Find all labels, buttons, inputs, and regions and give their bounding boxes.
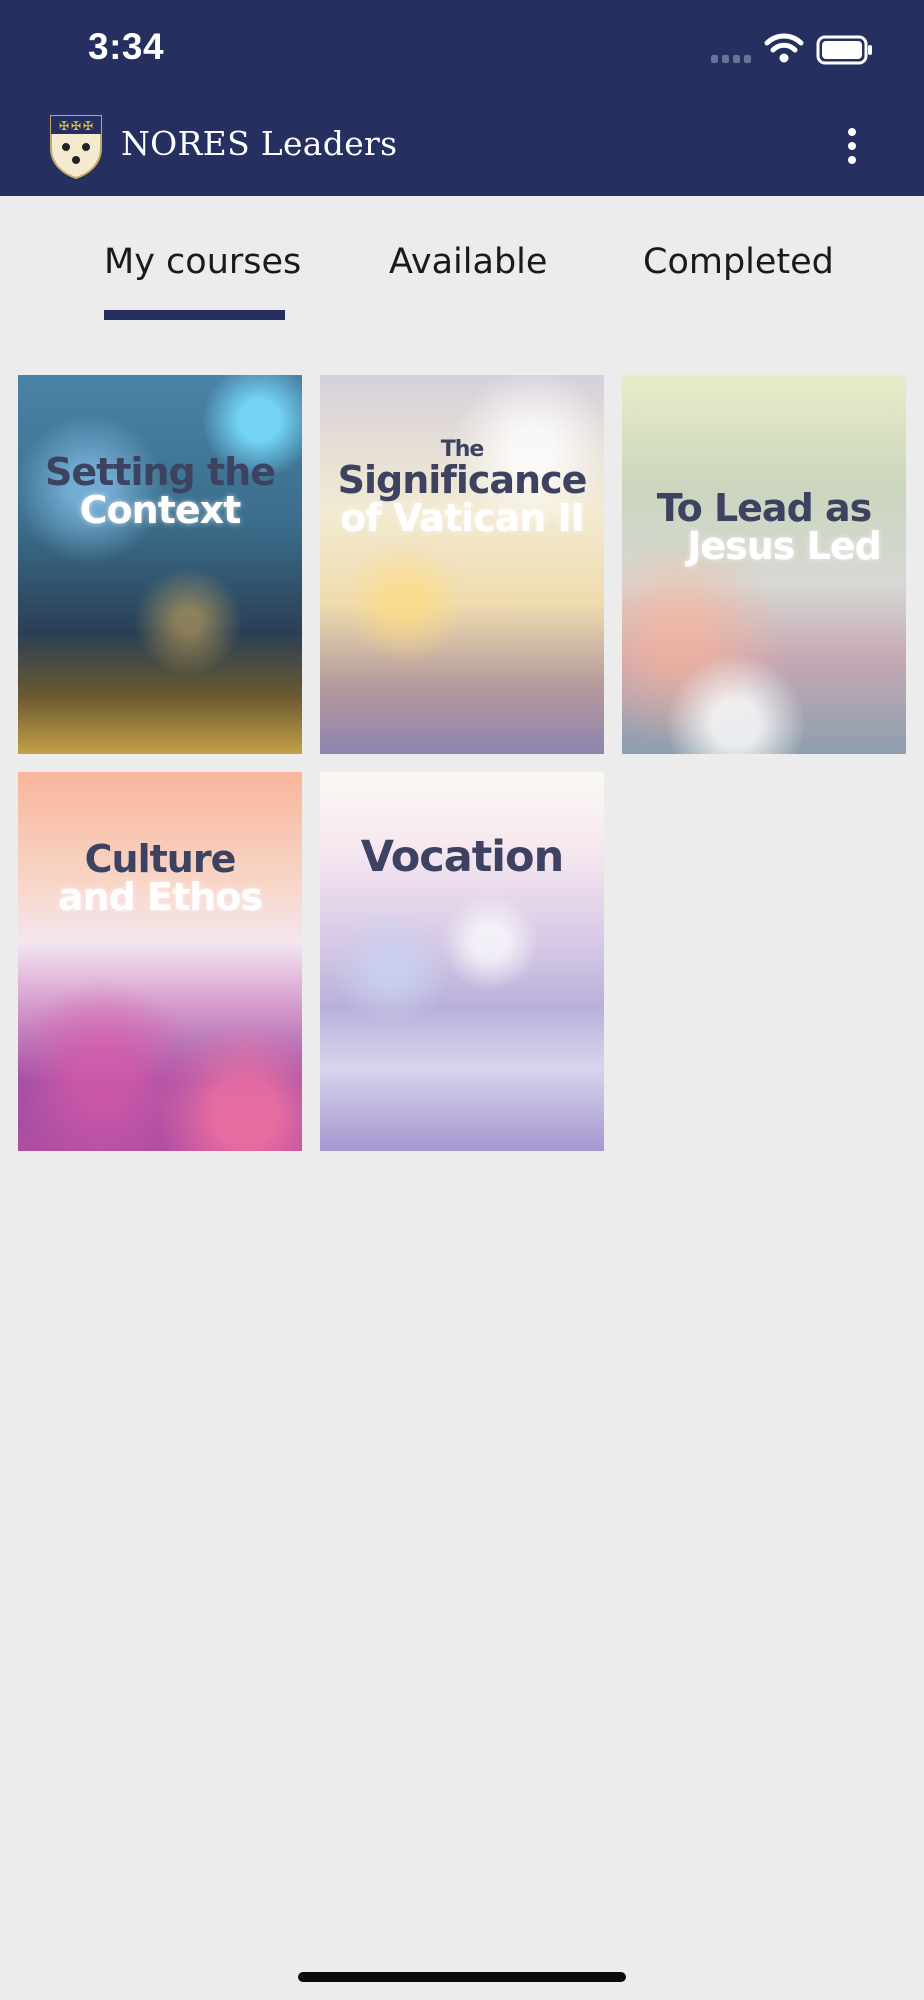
tab-completed[interactable]: Completed xyxy=(643,242,834,282)
status-bar-time: 3:34 xyxy=(88,26,165,67)
course-title: Vocation xyxy=(360,832,564,882)
course-card-significance-of-vatican-ii[interactable]: The Significance of Vatican II xyxy=(320,375,604,754)
course-title: The Significance of Vatican II xyxy=(337,437,588,540)
course-card-to-lead-as-jesus-led[interactable]: To Lead as Jesus Led xyxy=(622,375,906,754)
tab-available[interactable]: Available xyxy=(389,242,547,282)
battery-icon xyxy=(816,35,872,65)
cellular-signal-icon xyxy=(711,55,751,63)
svg-text:✠: ✠ xyxy=(83,119,93,133)
svg-text:✠: ✠ xyxy=(59,119,69,133)
course-card-vocation[interactable]: Vocation xyxy=(320,772,604,1151)
wifi-icon xyxy=(764,33,804,63)
active-tab-indicator xyxy=(104,310,285,320)
more-options-icon[interactable] xyxy=(836,124,868,168)
course-title: Culture and Ethos xyxy=(57,837,263,919)
app-header: 3:34 ✠ ✠ ✠ NORES Leaders xyxy=(0,0,924,196)
tab-bar: My courses Available Completed xyxy=(0,196,924,326)
crest-logo: ✠ ✠ ✠ xyxy=(50,115,102,180)
home-indicator[interactable] xyxy=(298,1972,626,1982)
tab-my-courses[interactable]: My courses xyxy=(104,242,301,282)
course-title: Setting the Context xyxy=(45,450,276,532)
app-title: NORES Leaders xyxy=(121,124,398,163)
course-title: To Lead as Jesus Led xyxy=(656,486,882,568)
svg-text:✠: ✠ xyxy=(71,119,81,133)
course-card-setting-the-context[interactable]: Setting the Context xyxy=(18,375,302,754)
course-card-culture-and-ethos[interactable]: Culture and Ethos xyxy=(18,772,302,1151)
